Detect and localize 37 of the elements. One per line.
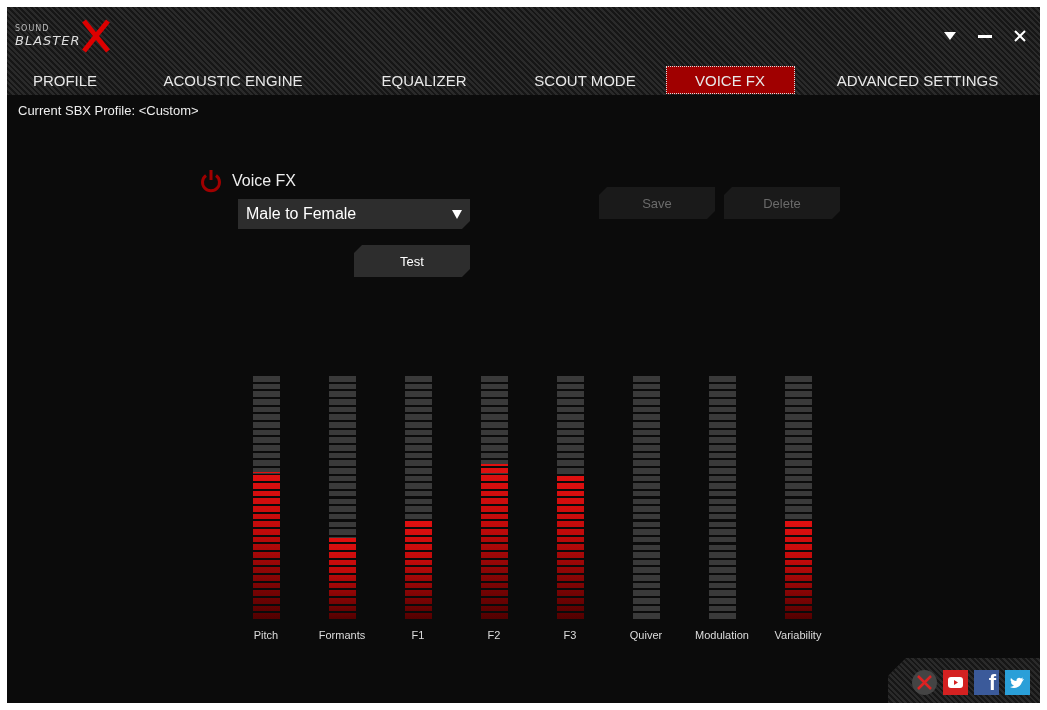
logo-text: SOUND BLASTER bbox=[15, 24, 81, 48]
caret-icon bbox=[452, 209, 462, 219]
close-circle-icon[interactable] bbox=[912, 670, 937, 695]
close-icon[interactable] bbox=[1014, 30, 1026, 42]
meter-label: Pitch bbox=[253, 629, 279, 641]
meter-track[interactable] bbox=[404, 376, 432, 621]
meter-track[interactable] bbox=[480, 376, 508, 621]
meter-track[interactable] bbox=[328, 376, 356, 621]
meter-label: Modulation bbox=[695, 629, 749, 641]
meter-track[interactable] bbox=[708, 376, 736, 621]
meter-label: Variability bbox=[774, 629, 822, 641]
meter-track[interactable] bbox=[632, 376, 660, 621]
bird-icon[interactable] bbox=[1005, 670, 1030, 695]
power-icon[interactable] bbox=[200, 169, 222, 193]
meter-track[interactable] bbox=[252, 376, 280, 621]
test-button[interactable]: Test bbox=[354, 245, 470, 277]
meter-track[interactable] bbox=[784, 376, 812, 621]
preset-dropdown[interactable]: Male to Female bbox=[238, 199, 470, 229]
facebook-icon[interactable]: f bbox=[974, 670, 999, 695]
tab[interactable]: PROFILE bbox=[22, 66, 108, 94]
meter-label: Quiver bbox=[629, 629, 663, 641]
dropdown-icon[interactable] bbox=[944, 32, 956, 40]
voice-fx-label: Voice FX bbox=[232, 172, 297, 190]
tab[interactable]: ACOUSTIC ENGINE bbox=[153, 66, 313, 94]
meter-label: F2 bbox=[487, 629, 501, 641]
meter-label: Formants bbox=[318, 629, 366, 641]
profile-label: Current SBX Profile: <Custom> bbox=[17, 102, 200, 120]
meter-track[interactable] bbox=[556, 376, 584, 621]
minimize-icon[interactable] bbox=[978, 34, 992, 38]
meter-label: F3 bbox=[563, 629, 577, 641]
tab[interactable]: SCOUT MODE bbox=[524, 66, 646, 94]
logo-x-icon bbox=[80, 19, 111, 53]
meter-label: F1 bbox=[411, 629, 425, 641]
tab[interactable]: VOICE FX bbox=[665, 66, 795, 94]
tab[interactable]: EQUALIZER bbox=[371, 66, 477, 94]
tab[interactable]: ADVANCED SETTINGS bbox=[826, 66, 1009, 94]
youtube-icon[interactable] bbox=[943, 670, 968, 695]
